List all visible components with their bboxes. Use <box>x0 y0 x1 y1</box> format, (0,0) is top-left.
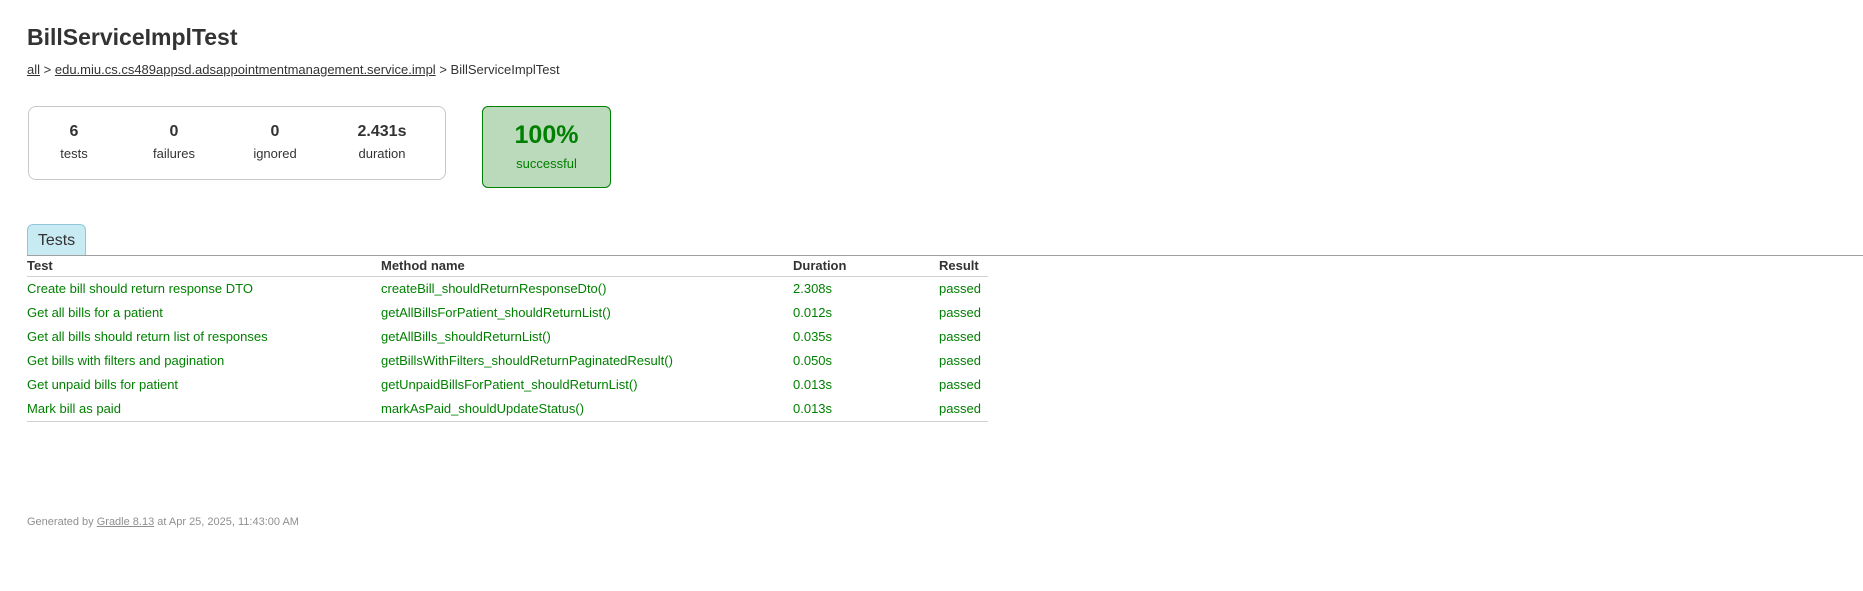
cell-result: passed <box>939 329 981 344</box>
summary-counters: 6 tests 0 failures 0 ignored 2.431s dura… <box>28 106 446 180</box>
cell-result: passed <box>939 397 988 422</box>
cell-duration: 0.012s <box>793 305 833 320</box>
breadcrumb: all > edu.miu.cs.cs489appsd.adsappointme… <box>27 62 560 77</box>
table-header-row: Test Method name Duration Result <box>27 256 988 277</box>
counter-tests-value: 6 <box>69 123 79 140</box>
breadcrumb-all-link[interactable]: all <box>27 62 40 77</box>
breadcrumb-separator: > <box>43 62 52 77</box>
report-footer: Generated by Gradle 8.13 at Apr 25, 2025… <box>27 516 299 528</box>
cell-result: passed <box>939 305 981 320</box>
cell-method-name: markAsPaid_shouldUpdateStatus() <box>381 397 793 422</box>
cell-duration: 0.035s <box>793 329 833 344</box>
cell-method-name: createBill_shouldReturnResponseDto() <box>381 281 607 296</box>
cell-method-name: getAllBills_shouldReturnList() <box>381 329 551 344</box>
column-header-duration: Duration <box>793 256 939 277</box>
breadcrumb-separator: > <box>439 62 447 77</box>
table-row: Get bills with filters and pagination ge… <box>27 349 988 373</box>
counter-ignored: 0 ignored <box>230 121 320 161</box>
counter-ignored-label: ignored <box>253 146 297 161</box>
footer-suffix: at Apr 25, 2025, 11:43:00 AM <box>157 516 299 528</box>
cell-result: passed <box>939 281 981 296</box>
footer-prefix: Generated by <box>27 516 94 528</box>
cell-test-name: Get all bills for a patient <box>27 305 163 320</box>
cell-test-name: Mark bill as paid <box>27 397 381 422</box>
test-results-table: Test Method name Duration Result Create … <box>27 256 988 422</box>
counter-failures-label: failures <box>153 146 195 161</box>
counter-duration-value: 2.431s <box>357 123 407 140</box>
column-header-method: Method name <box>381 256 793 277</box>
cell-test-name: Get all bills should return list of resp… <box>27 329 268 344</box>
tab-tests[interactable]: Tests <box>27 224 86 255</box>
breadcrumb-package-link[interactable]: edu.miu.cs.cs489appsd.adsappointmentmana… <box>55 62 436 77</box>
cell-result: passed <box>939 353 981 368</box>
counter-tests: 6 tests <box>29 121 119 161</box>
cell-test-name: Create bill should return response DTO <box>27 281 253 296</box>
cell-test-name: Get unpaid bills for patient <box>27 377 179 392</box>
success-rate-label: successful <box>516 156 577 171</box>
success-rate-value: 100% <box>514 121 579 149</box>
column-header-test: Test <box>27 256 381 277</box>
success-rate-box: 100% successful <box>482 106 611 188</box>
counter-failures: 0 failures <box>129 121 219 161</box>
counter-failures-value: 0 <box>169 123 179 140</box>
cell-duration: 2.308s <box>793 281 833 296</box>
table-row: Get all bills for a patient getAllBillsF… <box>27 301 988 325</box>
cell-method-name: getUnpaidBillsForPatient_shouldReturnLis… <box>381 377 638 392</box>
cell-duration: 0.013s <box>793 397 939 422</box>
page-title: BillServiceImplTest <box>27 24 238 50</box>
cell-result: passed <box>939 377 981 392</box>
counter-ignored-value: 0 <box>270 123 280 140</box>
table-row: Get all bills should return list of resp… <box>27 325 988 349</box>
table-row: Create bill should return response DTO c… <box>27 277 988 302</box>
footer-gradle-link[interactable]: Gradle 8.13 <box>97 516 154 528</box>
cell-duration: 0.013s <box>793 377 833 392</box>
table-row: Mark bill as paid markAsPaid_shouldUpdat… <box>27 397 988 422</box>
tab-bar: Tests <box>27 224 1863 256</box>
cell-test-name: Get bills with filters and pagination <box>27 353 225 368</box>
counter-duration-label: duration <box>358 146 406 161</box>
breadcrumb-current: BillServiceImplTest <box>450 62 560 77</box>
column-header-result: Result <box>939 256 988 277</box>
table-row: Get unpaid bills for patient getUnpaidBi… <box>27 373 988 397</box>
cell-method-name: getBillsWithFilters_shouldReturnPaginate… <box>381 353 673 368</box>
cell-duration: 0.050s <box>793 353 833 368</box>
counter-duration: 2.431s duration <box>337 121 427 161</box>
counter-tests-label: tests <box>60 146 88 161</box>
cell-method-name: getAllBillsForPatient_shouldReturnList() <box>381 305 611 320</box>
